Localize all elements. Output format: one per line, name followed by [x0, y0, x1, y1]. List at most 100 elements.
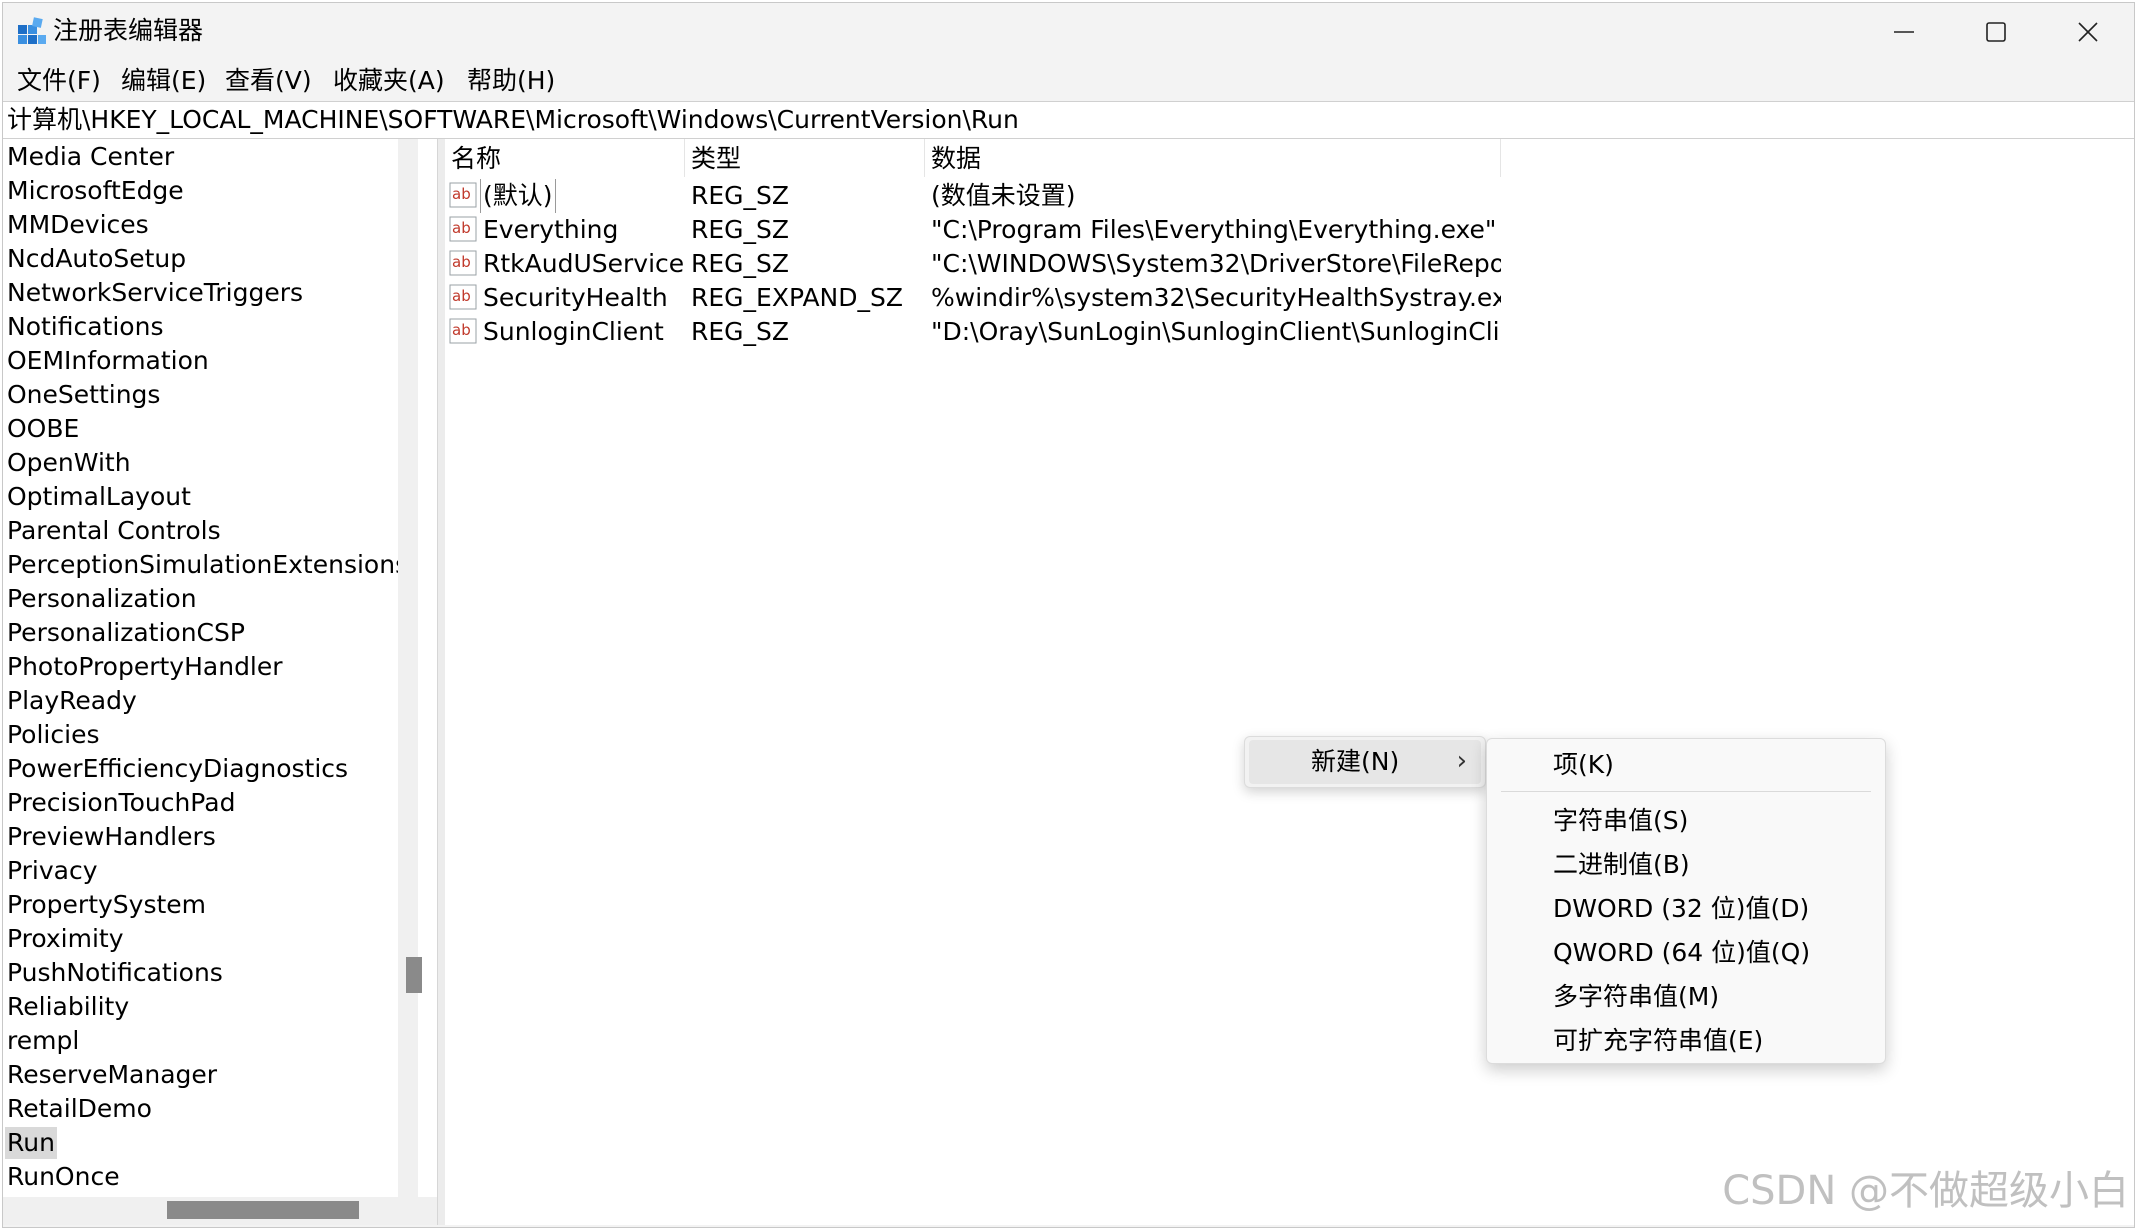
submenu-item[interactable]: DWORD (32 位)值(D)	[1553, 889, 1809, 929]
value-type: REG_SZ	[691, 317, 790, 346]
value-name-cell[interactable]: ab RtkAudUService	[445, 247, 683, 281]
svg-text:ab: ab	[452, 321, 471, 339]
new-submenu: 项(K) 字符串值(S) 二进制值(B) DWORD (32 位)值(D) QWORD…	[1486, 738, 1886, 1064]
context-menu: 新建(N) ›	[1244, 736, 1486, 788]
tree-item[interactable]: RetailDemo	[5, 1093, 154, 1125]
menu-view[interactable]: 查看(V)	[225, 63, 312, 99]
value-data: (数值未设置)	[931, 181, 1076, 210]
value-name-cell[interactable]: ab SecurityHealth	[445, 281, 683, 315]
tree-item[interactable]: PropertySystem	[5, 889, 208, 921]
tree-item[interactable]: NcdAutoSetup	[5, 243, 188, 275]
maximize-button[interactable]	[1950, 3, 2042, 61]
minimize-icon	[1894, 31, 1914, 33]
menu-favorites[interactable]: 收藏夹(A)	[333, 63, 445, 99]
tree-vertical-scrollbar[interactable]	[398, 139, 418, 1197]
value-row[interactable]: ab (默认) REG_SZ (数值未设置)	[445, 179, 1545, 213]
submenu-separator	[1501, 791, 1871, 792]
tree-item[interactable]: Reliability	[5, 991, 131, 1023]
tree-item[interactable]: RunOnce	[5, 1161, 122, 1193]
tree-item[interactable]: PhotoPropertyHandler	[5, 651, 285, 683]
chevron-right-icon: ›	[1456, 746, 1467, 776]
tree-item[interactable]: PushNotifications	[5, 957, 225, 989]
value-row[interactable]: ab RtkAudUService REG_SZ "C:\WINDOWS\System…	[445, 247, 1545, 281]
menu-help[interactable]: 帮助(H)	[467, 63, 555, 99]
value-name: SunloginClient	[483, 317, 664, 346]
tree-item[interactable]: OptimalLayout	[5, 481, 193, 513]
tree-item[interactable]: OneSettings	[5, 379, 162, 411]
value-row[interactable]: ab SecurityHealth REG_EXPAND_SZ %windir%\sy…	[445, 281, 1545, 315]
tree-item[interactable]: Privacy	[5, 855, 100, 887]
submenu-item[interactable]: QWORD (64 位)值(Q)	[1553, 933, 1810, 973]
submenu-item[interactable]: 二进制值(B)	[1553, 845, 1690, 885]
tree-item[interactable]: PerceptionSimulationExtensions	[5, 549, 410, 581]
tree-item[interactable]: Notifications	[5, 311, 165, 343]
tree-item[interactable]: OEMInformation	[5, 345, 211, 377]
string-value-icon: ab	[449, 216, 477, 242]
address-bar[interactable]: 计算机\HKEY_LOCAL_MACHINE\SOFTWARE\Microsof…	[3, 101, 2134, 139]
close-icon	[2078, 22, 2098, 42]
tree-item[interactable]: Media Center	[5, 141, 176, 173]
menu-bar: 文件(F) 编辑(E) 查看(V) 收藏夹(A) 帮助(H)	[3, 61, 2134, 101]
tree-item[interactable]: Policies	[5, 719, 101, 751]
value-name: Everything	[483, 215, 619, 244]
svg-text:ab: ab	[452, 185, 471, 203]
tree-item[interactable]: NetworkServiceTriggers	[5, 277, 305, 309]
string-value-icon: ab	[449, 182, 477, 208]
submenu-item[interactable]: 字符串值(S)	[1553, 801, 1688, 841]
svg-text:ab: ab	[452, 287, 471, 305]
value-row[interactable]: ab Everything REG_SZ "C:\Program Files\Ever…	[445, 213, 1545, 247]
column-header-type[interactable]: 类型	[685, 139, 925, 177]
tree-item[interactable]: PreviewHandlers	[5, 821, 218, 853]
tree-item[interactable]: MicrosoftEdge	[5, 175, 186, 207]
tree-vertical-scroll-thumb[interactable]	[406, 957, 422, 993]
value-name: RtkAudUService	[483, 249, 683, 278]
column-header-data[interactable]: 数据	[925, 139, 1501, 177]
value-name-cell[interactable]: ab (默认)	[445, 179, 683, 213]
tree-item[interactable]: PowerEfficiencyDiagnostics	[5, 753, 350, 785]
value-data: "C:\WINDOWS\System32\DriverStore\FileRep…	[931, 249, 1501, 278]
value-data: "C:\Program Files\Everything\Everything.…	[931, 215, 1501, 244]
value-name-cell[interactable]: ab SunloginClient	[445, 315, 683, 349]
submenu-item[interactable]: 多字符串值(M)	[1553, 977, 1719, 1017]
string-value-icon: ab	[449, 318, 477, 344]
tree-item[interactable]: MMDevices	[5, 209, 151, 241]
title-bar[interactable]: 注册表编辑器	[3, 3, 2134, 61]
registry-tree[interactable]: Media Center MicrosoftEdge MMDevices NcdAut…	[3, 139, 437, 1225]
svg-text:ab: ab	[452, 219, 471, 237]
value-name-cell[interactable]: ab Everything	[445, 213, 683, 247]
tree-horizontal-scroll-thumb[interactable]	[167, 1201, 359, 1219]
tree-item[interactable]: OpenWith	[5, 447, 133, 479]
submenu-item[interactable]: 可扩充字符串值(E)	[1553, 1021, 1763, 1061]
menu-file[interactable]: 文件(F)	[17, 63, 101, 99]
close-button[interactable]	[2042, 3, 2134, 61]
tree-item[interactable]: Run	[5, 1127, 57, 1159]
tree-item[interactable]: Personalization	[5, 583, 199, 615]
tree-item[interactable]: PersonalizationCSP	[5, 617, 247, 649]
tree-item[interactable]: Parental Controls	[5, 515, 223, 547]
value-type: REG_SZ	[691, 249, 790, 278]
tree-item[interactable]: PrecisionTouchPad	[5, 787, 237, 819]
window-title: 注册表编辑器	[53, 16, 204, 45]
string-value-icon: ab	[449, 250, 477, 276]
tree-item[interactable]: rempl	[5, 1025, 81, 1057]
value-data: "D:\Oray\SunLogin\SunloginClient\Sunlogi…	[931, 317, 1501, 346]
value-name: SecurityHealth	[483, 283, 668, 312]
string-value-icon: ab	[449, 284, 477, 310]
value-type: REG_SZ	[691, 215, 790, 244]
tree-item[interactable]: OOBE	[5, 413, 81, 445]
value-type: REG_EXPAND_SZ	[691, 283, 903, 312]
tree-item[interactable]: PlayReady	[5, 685, 139, 717]
value-name: (默认)	[480, 179, 556, 213]
tree-item[interactable]: ReserveManager	[5, 1059, 219, 1091]
tree-item[interactable]: Proximity	[5, 923, 126, 955]
value-row[interactable]: ab SunloginClient REG_SZ "D:\Oray\SunLogin\…	[445, 315, 1545, 349]
watermark: CSDN @不做超级小白	[1722, 1168, 2129, 1214]
minimize-button[interactable]	[1858, 3, 1950, 61]
column-header-name[interactable]: 名称	[445, 139, 685, 177]
maximize-icon	[1986, 22, 2006, 42]
submenu-item-key[interactable]: 项(K)	[1553, 745, 1614, 785]
regedit-app-icon	[17, 17, 47, 47]
context-menu-new-label[interactable]: 新建(N)	[1311, 737, 1399, 787]
value-data: %windir%\system32\SecurityHealthSystray.…	[931, 283, 1501, 312]
menu-edit[interactable]: 编辑(E)	[121, 63, 206, 99]
